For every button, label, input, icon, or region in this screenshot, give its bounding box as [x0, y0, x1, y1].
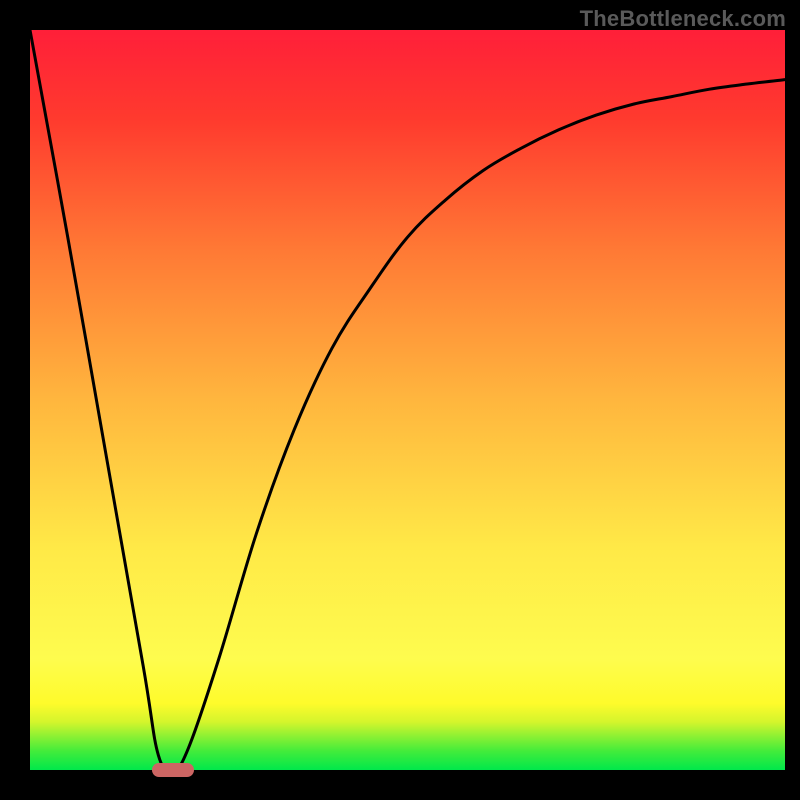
watermark-text: TheBottleneck.com — [580, 6, 786, 32]
chart-frame: TheBottleneck.com — [0, 0, 800, 800]
plot-area — [30, 30, 785, 770]
bottleneck-curve-path — [30, 30, 785, 771]
curve-svg — [30, 30, 785, 770]
optimum-marker — [152, 763, 194, 777]
